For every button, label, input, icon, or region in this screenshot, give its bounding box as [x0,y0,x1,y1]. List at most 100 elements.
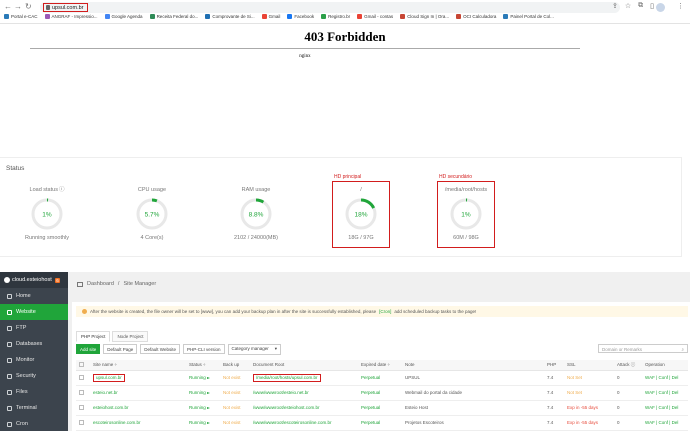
notice-cron-link[interactable]: [Cron] [379,309,391,314]
sidebar-item-cron[interactable]: Cron [0,416,68,432]
search-icon[interactable]: ⌕ [681,347,684,352]
share-icon[interactable]: ⇪ [612,2,618,10]
site-name-link[interactable]: esteiohost.com.br [93,405,129,410]
operation-links[interactable]: WAF | Conf | Del [645,420,678,425]
expired-date[interactable]: Perpetual [361,420,380,425]
tab-node-project[interactable]: Node Project [112,331,149,342]
ssl-status[interactable]: Not Set [567,390,582,395]
document-root-link[interactable]: /media/root/hosts/upsul.com.br [253,373,321,382]
document-root-link[interactable]: /www/wwwroot/esteiohost.com.br [253,405,320,410]
operation-links[interactable]: WAF | Conf | Del [645,375,678,380]
reload-icon[interactable]: ↻ [25,2,32,12]
back-icon[interactable]: ← [4,2,12,12]
column-header[interactable]: Attack ⓘ [614,360,642,371]
notification-badge[interactable]: 6 [54,277,61,283]
site-name-link[interactable]: esteio.net.br [93,390,118,395]
bookmark-item[interactable]: Registro.br [321,14,350,19]
menu-icon[interactable]: ⋮ [677,2,684,10]
column-header[interactable]: SSL [564,360,614,371]
select-all-checkbox[interactable] [79,361,84,367]
row-checkbox[interactable] [79,374,84,380]
address-bar[interactable]: upsul.com.br [40,2,620,13]
column-header[interactable]: Operation [642,360,688,371]
category-select[interactable]: Category manager ▾ [227,343,282,355]
sidebar-item-security[interactable]: Security [0,368,68,384]
php-version[interactable]: 7.4 [547,405,553,410]
column-header[interactable]: Document Root [250,360,358,371]
php-version[interactable]: 7.4 [547,390,553,395]
php-cli-button[interactable]: PHP-CLI version [182,344,225,354]
gauge-0[interactable]: Load statusⓘ 1% Running smoothly [12,186,82,241]
breadcrumb-dashboard[interactable]: Dashboard [87,281,114,287]
add-site-button[interactable]: Add site [76,344,101,354]
ssl-status[interactable]: Exp in -55 days [567,420,598,425]
bookmark-item[interactable]: Google Agenda [104,14,143,19]
url-text[interactable]: upsul.com.br [52,5,84,11]
sidepanel-icon[interactable]: ▯ [650,2,654,10]
row-checkbox[interactable] [79,419,84,425]
expired-date[interactable]: Perpetual [361,405,380,410]
status-toggle[interactable]: Running [189,375,206,380]
bookmark-item[interactable]: Gmail [261,14,280,19]
ssl-status[interactable]: Not Set [567,375,582,380]
document-root-link[interactable]: /www/wwwroot/esteio.net.br [253,390,309,395]
note-cell[interactable]: UPSUL [405,375,420,380]
sidebar-item-databases[interactable]: Databases [0,336,68,352]
status-toggle[interactable]: Running [189,420,206,425]
sidebar-item-terminal[interactable]: Terminal [0,400,68,416]
status-toggle[interactable]: Running [189,405,206,410]
bookmark-item[interactable]: Gmail - contas [357,14,393,19]
backup-link[interactable]: Not exist [223,375,241,380]
forward-icon[interactable]: → [14,2,22,12]
column-header[interactable]: Expired date ÷ [358,360,402,371]
document-root-link[interactable]: /www/wwwroot/escoteirosonline.com.br [253,420,332,425]
bookmark-item[interactable]: ANGRAF - Impressio... [44,14,98,19]
backup-link[interactable]: Not exist [223,405,241,410]
bookmark-item[interactable]: Cloud Sign In | Ora... [400,14,449,19]
sidebar-item-ftp[interactable]: FTP [0,320,68,336]
default-page-button[interactable]: Default Page [103,344,138,354]
backup-link[interactable]: Not exist [223,390,241,395]
note-cell[interactable]: Webmail do portal da cidade [405,390,462,395]
tab-php-project[interactable]: PHP Project [76,331,111,342]
column-header[interactable]: Note [402,360,544,371]
gauge-1[interactable]: CPU usage 5.7% 4 Core(s) [117,186,187,241]
profile-avatar[interactable] [656,3,665,12]
expired-date[interactable]: Perpetual [361,375,380,380]
php-version[interactable]: 7.4 [547,420,553,425]
ssl-status[interactable]: Exp in -55 days [567,405,598,410]
site-name-link[interactable]: escoteirosonline.com.br [93,420,141,425]
bookmark-item[interactable]: Receita Federal do... [149,14,198,19]
gauge-2[interactable]: RAM usage 8.8% 2102 / 24000(MB) [221,186,291,241]
extensions-icon[interactable]: ⧉ [638,2,643,10]
bookmark-item[interactable]: Comprovante de Si... [205,14,255,19]
bookmark-item[interactable]: Portal e-CAC [4,14,38,19]
column-header[interactable]: Site name ÷ [90,360,186,371]
site-name-link[interactable]: upsul.com.br [93,373,125,382]
sidebar-item-monitor[interactable]: Monitor [0,352,68,368]
column-header[interactable]: Back up [220,360,250,371]
home-icon[interactable] [77,281,83,287]
bookmark-star-icon[interactable]: ☆ [625,2,631,10]
row-checkbox[interactable] [79,404,84,410]
operation-links[interactable]: WAF | Conf | Del [645,405,678,410]
operation-links[interactable]: WAF | Conf | Del [645,390,678,395]
column-header[interactable]: PHP [544,360,564,371]
backup-link[interactable]: Not exist [223,420,241,425]
column-header[interactable]: Status ÷ [186,360,220,371]
bookmark-item[interactable]: OCI Calculadora [456,14,496,19]
bookmark-item[interactable]: Facebook [287,14,314,19]
search-input[interactable]: Domain or Remarks ⌕ [598,344,688,353]
row-checkbox[interactable] [79,389,84,395]
bookmark-item[interactable]: Painel Portal de Col... [503,14,554,19]
expired-date[interactable]: Perpetual [361,390,380,395]
default-website-button[interactable]: Default Website [140,344,180,354]
sidebar-header[interactable]: cloud.esteiohost 6 [0,272,68,288]
sidebar-item-website[interactable]: Website [0,304,68,320]
php-version[interactable]: 7.4 [547,375,553,380]
sidebar-item-files[interactable]: Files [0,384,68,400]
note-cell[interactable]: Projetos Escoteiros [405,420,444,425]
note-cell[interactable]: Esteio Host [405,405,428,410]
info-icon[interactable]: ⓘ [59,187,65,193]
sidebar-item-home[interactable]: Home [0,288,68,304]
